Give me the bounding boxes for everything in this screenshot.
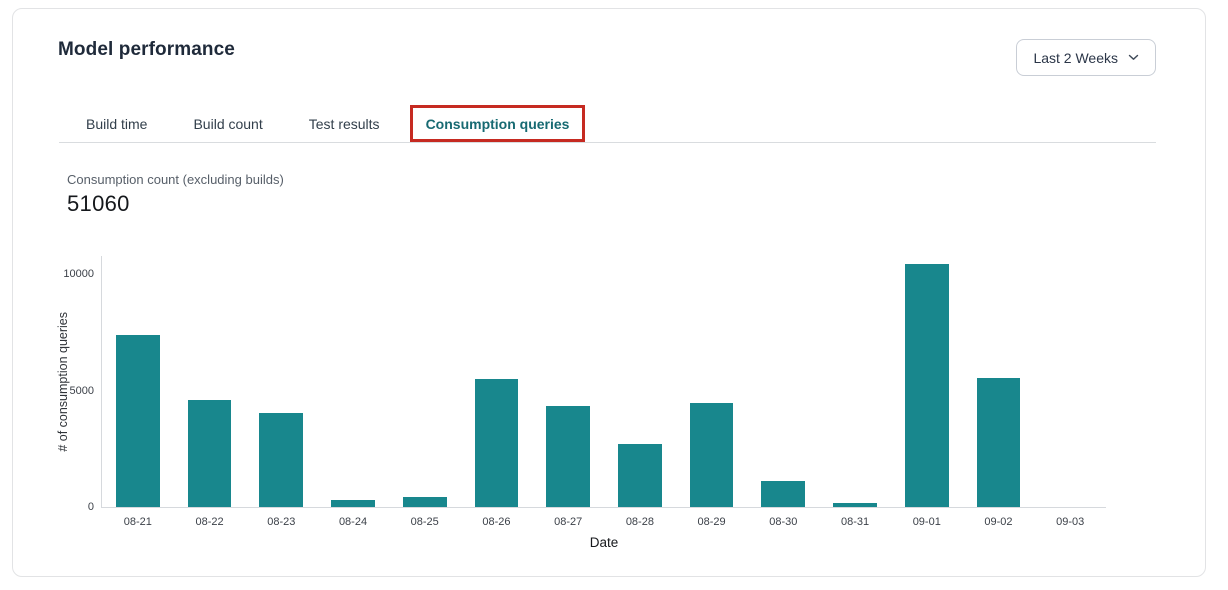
bar-slot-09-03	[1034, 256, 1106, 507]
x-tick-08-31: 08-31	[819, 516, 891, 528]
bar-slot-08-25	[389, 256, 461, 507]
bar-08-30[interactable]	[761, 481, 805, 507]
metric-block: Consumption count (excluding builds) 510…	[67, 172, 284, 217]
x-tick-08-30: 08-30	[747, 516, 819, 528]
bar-09-02[interactable]	[977, 378, 1021, 507]
x-axis-title: Date	[102, 535, 1106, 550]
date-range-value: Last 2 Weeks	[1033, 50, 1118, 66]
bar-08-25[interactable]	[403, 497, 447, 507]
x-tick-09-02: 09-02	[963, 516, 1035, 528]
header: Model performance Last 2 Weeks	[58, 39, 1156, 76]
x-axis-ticks: 08-2108-2208-2308-2408-2508-2608-2708-28…	[102, 507, 1106, 528]
bar-slot-08-30	[747, 256, 819, 507]
tab-test-results[interactable]: Test results	[309, 116, 380, 132]
y-axis-title-wrap: # of consumption queries	[56, 256, 70, 507]
bar-08-28[interactable]	[618, 444, 662, 507]
bar-08-21[interactable]	[116, 335, 160, 507]
chevron-down-icon	[1128, 54, 1139, 61]
bar-slot-09-02	[963, 256, 1035, 507]
y-tick-0: 0	[88, 501, 94, 513]
bar-08-22[interactable]	[188, 400, 232, 507]
page-title: Model performance	[58, 39, 235, 61]
x-tick-08-23: 08-23	[245, 516, 317, 528]
bar-08-23[interactable]	[259, 413, 303, 507]
model-performance-card: Model performance Last 2 Weeks Build tim…	[12, 8, 1206, 577]
x-tick-08-21: 08-21	[102, 516, 174, 528]
bar-08-27[interactable]	[546, 406, 590, 507]
tab-consumption-queries[interactable]: Consumption queries	[426, 116, 570, 132]
x-tick-09-03: 09-03	[1034, 516, 1106, 528]
tab-build-count[interactable]: Build count	[193, 116, 262, 132]
bar-slot-08-29	[676, 256, 748, 507]
y-tick-5000: 5000	[70, 385, 94, 397]
y-axis-title: # of consumption queries	[56, 312, 70, 452]
consumption-bar-chart: # of consumption queries 0500010000 08-2…	[101, 256, 1106, 508]
bar-08-26[interactable]	[475, 379, 519, 507]
bars-container	[102, 256, 1106, 507]
x-tick-08-25: 08-25	[389, 516, 461, 528]
bar-slot-08-31	[819, 256, 891, 507]
x-tick-08-24: 08-24	[317, 516, 389, 528]
metric-value: 51060	[67, 191, 284, 217]
bar-slot-08-28	[604, 256, 676, 507]
x-tick-08-29: 08-29	[676, 516, 748, 528]
bar-08-29[interactable]	[690, 403, 734, 507]
bar-slot-08-23	[245, 256, 317, 507]
date-range-dropdown[interactable]: Last 2 Weeks	[1016, 39, 1156, 76]
annotation-highlight-box: Consumption queries	[410, 105, 586, 142]
tab-bar: Build time Build count Test results Cons…	[86, 105, 569, 142]
x-tick-08-22: 08-22	[174, 516, 246, 528]
tab-build-time[interactable]: Build time	[86, 116, 147, 132]
bar-slot-08-21	[102, 256, 174, 507]
bar-slot-09-01	[891, 256, 963, 507]
x-tick-08-27: 08-27	[532, 516, 604, 528]
bar-slot-08-24	[317, 256, 389, 507]
bar-slot-08-27	[532, 256, 604, 507]
tabs-divider	[59, 142, 1156, 143]
bar-slot-08-26	[461, 256, 533, 507]
bar-slot-08-22	[174, 256, 246, 507]
x-tick-09-01: 09-01	[891, 516, 963, 528]
metric-label: Consumption count (excluding builds)	[67, 172, 284, 187]
x-tick-08-26: 08-26	[461, 516, 533, 528]
x-tick-08-28: 08-28	[604, 516, 676, 528]
bar-09-01[interactable]	[905, 264, 949, 507]
y-tick-10000: 10000	[63, 268, 94, 280]
